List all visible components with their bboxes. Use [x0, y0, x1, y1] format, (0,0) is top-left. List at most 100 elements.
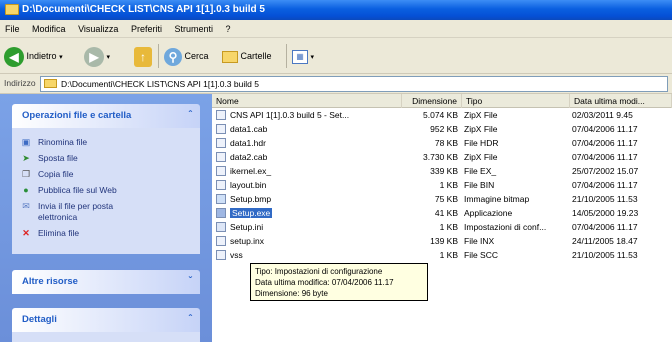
task-delete[interactable]: ✕ Elimina file	[20, 228, 192, 239]
file-name: ikernel.ex_	[230, 166, 272, 176]
settings-file-icon	[216, 222, 226, 232]
column-type[interactable]: Tipo	[462, 94, 570, 108]
tooltip-modified: Data ultima modifica: 07/04/2006 11.17	[255, 278, 394, 287]
file-name: data2.cab	[230, 152, 268, 162]
back-label: Indietro	[26, 51, 57, 61]
file-row[interactable]: CNS API 1[1].0.3 build 5 - Set... 5.074 …	[212, 109, 672, 121]
zip-file-icon	[216, 124, 226, 134]
column-size[interactable]: Dimensione	[402, 94, 462, 108]
details-title: Dettagli	[22, 314, 57, 325]
file-type: ZipX File	[464, 124, 498, 134]
folders-icon	[222, 50, 238, 63]
views-button[interactable]: ▦ ▾	[292, 44, 314, 68]
other-resources-header[interactable]: Altre risorse ˇ	[12, 270, 200, 294]
address-label: Indirizzo	[4, 78, 36, 88]
file-name: Setup.exe	[230, 208, 273, 218]
file-name-cell: ikernel.ex_	[216, 165, 402, 177]
menu-preferiti[interactable]: Preferiti	[126, 20, 167, 38]
collapse-icon[interactable]: ˆ	[189, 104, 192, 128]
menu-strumenti[interactable]: Strumenti	[169, 20, 218, 38]
file-type: Immagine bitmap	[464, 194, 530, 204]
file-name-cell: Setup.bmp	[216, 193, 402, 205]
file-icon	[216, 180, 226, 190]
column-name[interactable]: Nome	[212, 94, 402, 108]
menu-help[interactable]: ?	[221, 20, 236, 38]
menu-file[interactable]: File	[0, 20, 25, 38]
file-row[interactable]: vss 1 KB File SCC 21/10/2005 11.53	[212, 249, 672, 261]
file-type: File INX	[464, 236, 495, 246]
task-email[interactable]: ✉ Invia il file per posta elettronica	[20, 201, 192, 223]
other-resources-title: Altre risorse	[22, 276, 78, 287]
file-icon	[216, 138, 226, 148]
file-size: 1 KB	[439, 180, 458, 190]
column-date[interactable]: Data ultima modi...	[570, 94, 672, 108]
file-name-cell: data1.cab	[216, 123, 402, 135]
details-header[interactable]: Dettagli ˆ	[12, 308, 200, 332]
file-name: setup.inx	[230, 236, 265, 246]
file-size: 339 KB	[430, 166, 458, 176]
file-type: Impostazioni di conf...	[464, 222, 547, 232]
task-copy[interactable]: ❐ Copia file	[20, 169, 192, 180]
file-icon	[216, 236, 226, 246]
file-type: File BIN	[464, 180, 495, 190]
file-date: 07/04/2006 11.17	[572, 222, 638, 232]
task-label: Copia file	[38, 169, 74, 179]
collapse-icon[interactable]: ˆ	[189, 308, 192, 332]
address-input[interactable]: D:\Documenti\CHECK LIST\CNS API 1[1].0.3…	[40, 76, 668, 92]
chevron-down-icon: ▾	[310, 54, 315, 61]
up-folder-button[interactable]: ↑	[134, 44, 152, 68]
file-name: CNS API 1[1].0.3 build 5 - Set...	[230, 110, 350, 120]
address-bar: Indirizzo D:\Documenti\CHECK LIST\CNS AP…	[0, 74, 672, 94]
file-name-cell: layout.bin	[216, 179, 402, 191]
folders-button[interactable]: Cartelle	[222, 44, 272, 68]
file-row[interactable]: data2.cab 3.730 KB ZipX File 07/04/2006 …	[212, 151, 672, 163]
file-name-cell: Setup.exe	[216, 207, 402, 219]
file-name-cell: CNS API 1[1].0.3 build 5 - Set...	[216, 109, 402, 121]
back-button[interactable]: ◀ Indietro ▾	[4, 44, 63, 68]
file-row[interactable]: ikernel.ex_ 339 KB File EX_ 25/07/2002 1…	[212, 165, 672, 177]
menu-modifica[interactable]: Modifica	[27, 20, 71, 38]
file-date: 07/04/2006 11.17	[572, 180, 638, 190]
file-date: 07/04/2006 11.17	[572, 138, 638, 148]
file-tooltip: Tipo: Impostazioni di configurazione Dat…	[250, 263, 428, 301]
file-size: 1 KB	[439, 250, 458, 260]
address-value: D:\Documenti\CHECK LIST\CNS API 1[1].0.3…	[61, 79, 259, 89]
file-row[interactable]: Setup.bmp 75 KB Immagine bitmap 21/10/20…	[212, 193, 672, 205]
tasks-panel-body: ▣ Rinomina file ➤ Sposta file ❐ Copia fi…	[12, 128, 200, 254]
file-row[interactable]: data1.hdr 78 KB File HDR 07/04/2006 11.1…	[212, 137, 672, 149]
file-row-selected[interactable]: Setup.exe 41 KB Applicazione 14/05/2000 …	[212, 207, 672, 219]
tasks-panel-header[interactable]: Operazioni file e cartella ˆ	[12, 104, 200, 128]
task-rename[interactable]: ▣ Rinomina file	[20, 137, 192, 148]
globe-icon: ●	[23, 185, 29, 195]
details-panel: Dettagli ˆ	[12, 308, 200, 342]
file-name: data1.hdr	[230, 138, 266, 148]
other-resources-panel: Altre risorse ˇ	[12, 270, 200, 294]
file-name-cell: data1.hdr	[216, 137, 402, 149]
menu-visualizza[interactable]: Visualizza	[73, 20, 123, 38]
file-row[interactable]: data1.cab 952 KB ZipX File 07/04/2006 11…	[212, 123, 672, 135]
expand-icon[interactable]: ˇ	[189, 270, 192, 294]
forward-button[interactable]: ▶ ▾	[84, 44, 110, 68]
file-icon	[216, 166, 226, 176]
file-size: 41 KB	[434, 208, 458, 218]
file-type: ZipX File	[464, 152, 498, 162]
task-move[interactable]: ➤ Sposta file	[20, 153, 192, 164]
file-name-cell: vss	[216, 249, 402, 261]
bitmap-icon	[216, 194, 226, 204]
task-pane: Operazioni file e cartella ˆ ▣ Rinomina …	[0, 94, 212, 342]
tooltip-type: Tipo: Impostazioni di configurazione	[255, 267, 383, 276]
details-body	[12, 332, 200, 342]
column-headers: Nome Dimensione Tipo Data ultima modi...	[212, 94, 672, 108]
tooltip-size: Dimensione: 96 byte	[255, 289, 328, 298]
file-row[interactable]: layout.bin 1 KB File BIN 07/04/2006 11.1…	[212, 179, 672, 191]
toolbar: ◀ Indietro ▾ ▶ ▾ ↑ ⚲ Cerca Cartelle ▦ ▾	[0, 38, 672, 74]
task-publish-web[interactable]: ● Pubblica file sul Web	[20, 185, 192, 196]
file-name-cell: Setup.ini	[216, 221, 402, 233]
file-row[interactable]: Setup.ini 1 KB Impostazioni di conf... 0…	[212, 221, 672, 233]
file-row[interactable]: setup.inx 139 KB File INX 24/11/2005 18.…	[212, 235, 672, 247]
file-name: Setup.bmp	[230, 194, 272, 204]
file-type: ZipX File	[464, 110, 498, 120]
file-size: 78 KB	[434, 138, 458, 148]
search-button[interactable]: ⚲ Cerca	[164, 44, 209, 68]
file-date: 02/03/2011 9.45	[572, 110, 633, 120]
